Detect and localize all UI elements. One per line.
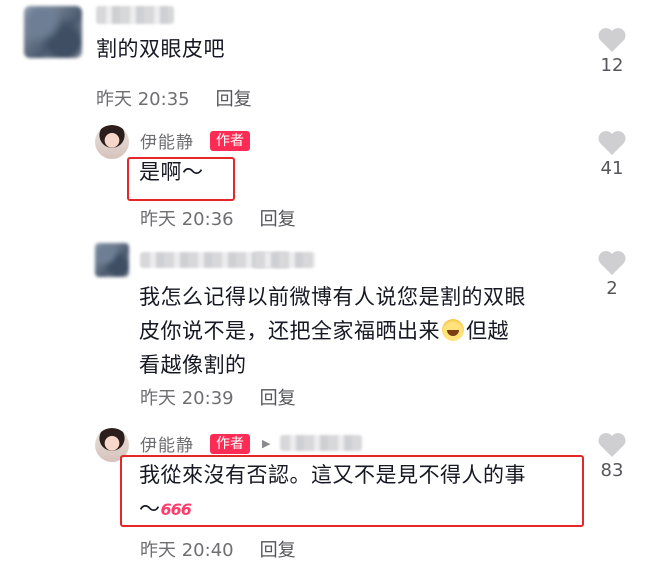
comment-text: 我怎么记得以前微博有人说您是割的双眼 皮你说不是，还把全家福晒出来 但越 看越像割…: [139, 280, 526, 382]
like-button[interactable]: 2: [592, 250, 632, 299]
highlight-box: [127, 157, 235, 201]
comment-line-part: 但越: [466, 319, 509, 343]
comment-time: 昨天 20:35: [96, 89, 190, 110]
like-count: 83: [600, 460, 624, 481]
heart-icon: [598, 28, 626, 52]
reply-button[interactable]: 回复: [260, 388, 296, 409]
username-blurred[interactable]: [96, 6, 174, 24]
comment-line: 皮你说不是，还把全家福晒出来 但越: [139, 314, 526, 348]
like-count: 2: [606, 278, 618, 299]
like-count: 41: [600, 158, 624, 179]
triangle-right-icon: ▶: [262, 437, 271, 450]
comment-line-part: 皮你说不是，还把全家福晒出来: [139, 319, 440, 343]
comment-line: 我怎么记得以前微博有人说您是割的双眼: [139, 285, 526, 309]
reply-button[interactable]: 回复: [216, 89, 252, 110]
avatar[interactable]: [95, 243, 129, 277]
comment-time: 昨天 20:39: [140, 388, 234, 409]
comment-time: 昨天 20:36: [140, 209, 234, 230]
author-avatar[interactable]: [95, 125, 129, 159]
highlight-box: [120, 455, 584, 527]
comment-meta: 昨天 20:39 回复: [140, 384, 296, 410]
comment-meta: 昨天 20:40 回复: [140, 536, 296, 562]
heart-icon: [598, 251, 626, 275]
reply-button[interactable]: 回复: [260, 209, 296, 230]
comment-time: 昨天 20:40: [140, 540, 234, 561]
reply-target-blurred[interactable]: [280, 435, 362, 451]
avatar[interactable]: [24, 6, 82, 58]
username[interactable]: 伊能静: [140, 128, 194, 153]
username-blurred-extra: [255, 252, 315, 268]
comment-text: 割的双眼皮吧: [96, 37, 225, 61]
like-button[interactable]: 12: [592, 27, 632, 76]
like-count: 12: [600, 55, 624, 76]
author-badge: 作者: [210, 131, 250, 151]
comment-meta: 昨天 20:36 回复: [140, 205, 296, 231]
heart-icon: [598, 433, 626, 457]
like-button[interactable]: 83: [592, 432, 632, 481]
username[interactable]: 伊能静: [140, 431, 194, 456]
reply-button[interactable]: 回复: [260, 540, 296, 561]
like-button[interactable]: 41: [592, 130, 632, 179]
author-badge: 作者: [210, 434, 250, 454]
laughing-crying-emoji-icon: [442, 319, 464, 341]
comment-meta: 昨天 20:35 回复: [96, 85, 252, 111]
comment-line: 看越像割的: [139, 353, 247, 377]
heart-icon: [598, 131, 626, 155]
